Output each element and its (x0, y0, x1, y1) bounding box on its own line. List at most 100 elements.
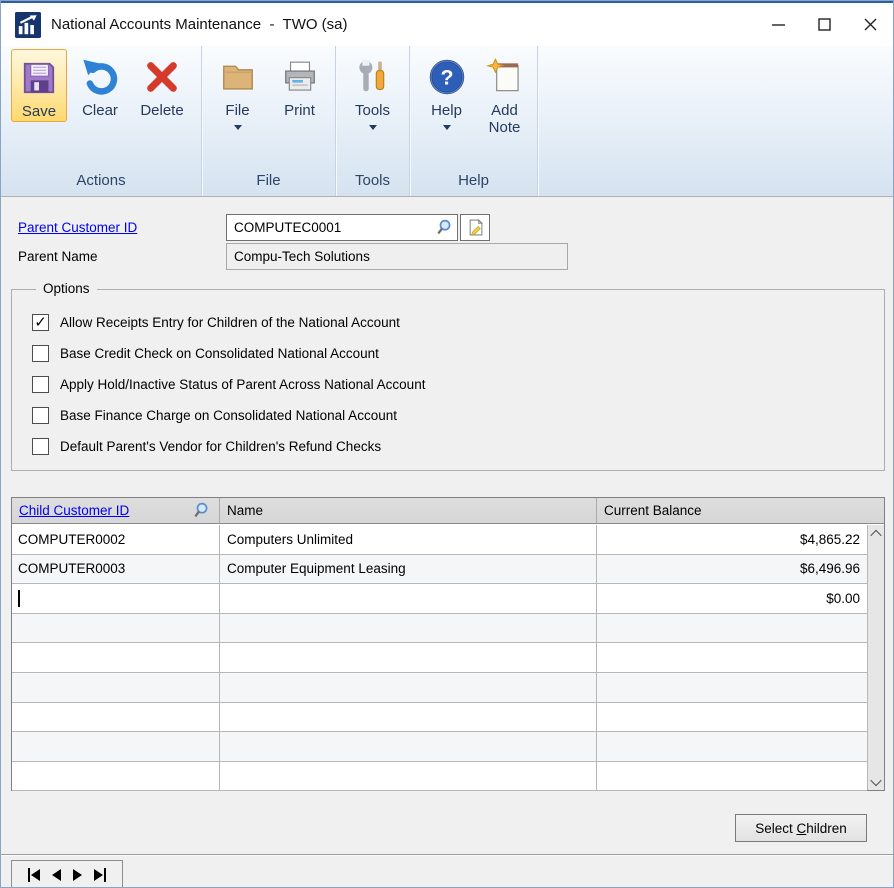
wrench-screwdriver-icon (354, 53, 392, 101)
print-button-label: Print (284, 103, 315, 120)
child-lookup-button[interactable] (188, 499, 214, 522)
table-row[interactable]: COMPUTER0003 Computer Equipment Leasing … (12, 555, 867, 585)
select-children-button[interactable]: Select Children (735, 814, 867, 842)
table-row-empty[interactable] (12, 703, 867, 733)
checkbox-unchecked-icon[interactable] (32, 345, 49, 362)
child-id-cell-editing[interactable] (12, 584, 220, 613)
checkbox-label: Allow Receipts Entry for Children of the… (60, 315, 400, 330)
checkbox-unchecked-icon[interactable] (32, 407, 49, 424)
parent-customer-id-input[interactable]: COMPUTEC0001 (226, 214, 458, 241)
national-accounts-maintenance-window: National Accounts Maintenance - TWO (sa) (0, 0, 894, 888)
ribbon-filler (538, 46, 893, 196)
parent-note-button[interactable] (460, 214, 490, 241)
save-button-label: Save (22, 104, 56, 121)
table-row-empty[interactable] (12, 614, 867, 644)
child-id-cell[interactable]: COMPUTER0002 (12, 525, 220, 554)
magnifier-icon (436, 219, 453, 236)
checkbox-label: Default Parent's Vendor for Children's R… (60, 439, 381, 454)
checkbox-label: Base Finance Charge on Consolidated Nati… (60, 408, 397, 423)
table-row-empty[interactable] (12, 673, 867, 703)
table-row-empty[interactable] (12, 762, 867, 792)
checkbox-unchecked-icon[interactable] (32, 376, 49, 393)
note-icon (467, 219, 484, 236)
name-column-header: Name (220, 498, 597, 523)
parent-customer-id-value: COMPUTEC0001 (227, 220, 431, 235)
file-menu-button[interactable]: File (209, 49, 267, 130)
balance-cell: $0.00 (597, 584, 867, 613)
child-name-cell[interactable] (220, 584, 597, 613)
floppy-disk-icon (20, 54, 58, 102)
ribbon-group-file: File Print File (202, 46, 336, 196)
table-row-empty[interactable] (12, 643, 867, 673)
checkbox-apply-hold-inactive[interactable]: Apply Hold/Inactive Status of Parent Acr… (32, 376, 425, 393)
folder-icon (219, 53, 257, 101)
minimize-icon (772, 18, 785, 31)
print-button[interactable]: Print (271, 49, 329, 120)
next-record-button[interactable] (73, 867, 82, 883)
add-note-button[interactable]: Add Note (480, 49, 530, 137)
table-row[interactable]: COMPUTER0002 Computers Unlimited $4,865.… (12, 525, 867, 555)
close-button[interactable] (847, 3, 893, 46)
checkbox-base-finance-charge[interactable]: Base Finance Charge on Consolidated Nati… (32, 407, 397, 424)
ribbon-group-help: ? Help Add Note (410, 46, 538, 196)
parent-name-field: Compu-Tech Solutions (226, 243, 568, 270)
note-star-icon (486, 53, 524, 101)
ribbon-group-file-caption: File (202, 170, 335, 196)
scroll-up-button[interactable] (868, 525, 884, 542)
checkbox-allow-receipts[interactable]: ✓ Allow Receipts Entry for Children of t… (32, 314, 400, 331)
first-record-icon (28, 868, 30, 882)
previous-record-icon (52, 869, 61, 881)
title-bar: National Accounts Maintenance - TWO (sa) (1, 3, 893, 46)
red-x-icon (143, 53, 181, 101)
close-icon (864, 18, 877, 31)
chevron-up-icon (870, 529, 881, 540)
child-id-cell[interactable]: COMPUTER0003 (12, 555, 220, 584)
next-record-icon (73, 869, 82, 881)
clear-button[interactable]: Clear (71, 49, 129, 120)
children-table: Child Customer ID Name Current Balance C… (11, 497, 885, 791)
scroll-down-button[interactable] (868, 773, 884, 790)
checkbox-checked-icon[interactable]: ✓ (32, 314, 49, 331)
save-button[interactable]: Save (11, 49, 67, 122)
select-children-label: Select Children (755, 821, 847, 836)
parent-name-value: Compu-Tech Solutions (227, 249, 567, 264)
delete-button-label: Delete (140, 103, 183, 120)
table-row-empty[interactable] (12, 732, 867, 762)
parent-lookup-button[interactable] (431, 216, 457, 239)
tools-menu-button[interactable]: Tools (344, 49, 402, 130)
child-name-cell[interactable]: Computers Unlimited (220, 525, 597, 554)
balance-cell: $6,496.96 (597, 555, 867, 584)
help-menu-label: Help (431, 103, 462, 120)
last-record-button[interactable] (94, 867, 106, 883)
maximize-icon (818, 18, 831, 31)
help-menu-button[interactable]: ? Help (418, 49, 476, 130)
current-balance-column-header: Current Balance (597, 498, 884, 523)
ribbon-group-actions-caption: Actions (1, 170, 201, 196)
add-note-label: Add Note (484, 103, 526, 137)
undo-arrow-icon (81, 53, 119, 101)
printer-icon (281, 53, 319, 101)
checkbox-base-credit-check[interactable]: Base Credit Check on Consolidated Nation… (32, 345, 379, 362)
child-customer-id-column-link[interactable]: Child Customer ID (19, 503, 129, 518)
help-question-icon: ? (428, 53, 466, 101)
checkbox-unchecked-icon[interactable] (32, 438, 49, 455)
window-title: National Accounts Maintenance - TWO (sa) (51, 16, 755, 33)
clear-button-label: Clear (82, 103, 118, 120)
previous-record-button[interactable] (52, 867, 61, 883)
vertical-scrollbar[interactable] (867, 525, 884, 790)
parent-customer-id-link[interactable]: Parent Customer ID (18, 214, 137, 241)
first-record-button[interactable] (28, 867, 40, 883)
child-name-cell[interactable]: Computer Equipment Leasing (220, 555, 597, 584)
ribbon-group-tools-caption: Tools (336, 170, 409, 196)
file-menu-label: File (225, 103, 249, 120)
maximize-button[interactable] (801, 3, 847, 46)
minimize-button[interactable] (755, 3, 801, 46)
ribbon-group-actions: Save Clear (1, 46, 202, 196)
table-row-active[interactable]: $0.00 (12, 584, 867, 614)
balance-cell: $4,865.22 (597, 525, 867, 554)
checkbox-default-parents-vendor[interactable]: Default Parent's Vendor for Children's R… (32, 438, 381, 455)
ribbon-group-tools: Tools Tools (336, 46, 410, 196)
bar-chart-icon (15, 12, 41, 38)
delete-button[interactable]: Delete (133, 49, 191, 120)
chevron-down-icon (234, 125, 242, 130)
